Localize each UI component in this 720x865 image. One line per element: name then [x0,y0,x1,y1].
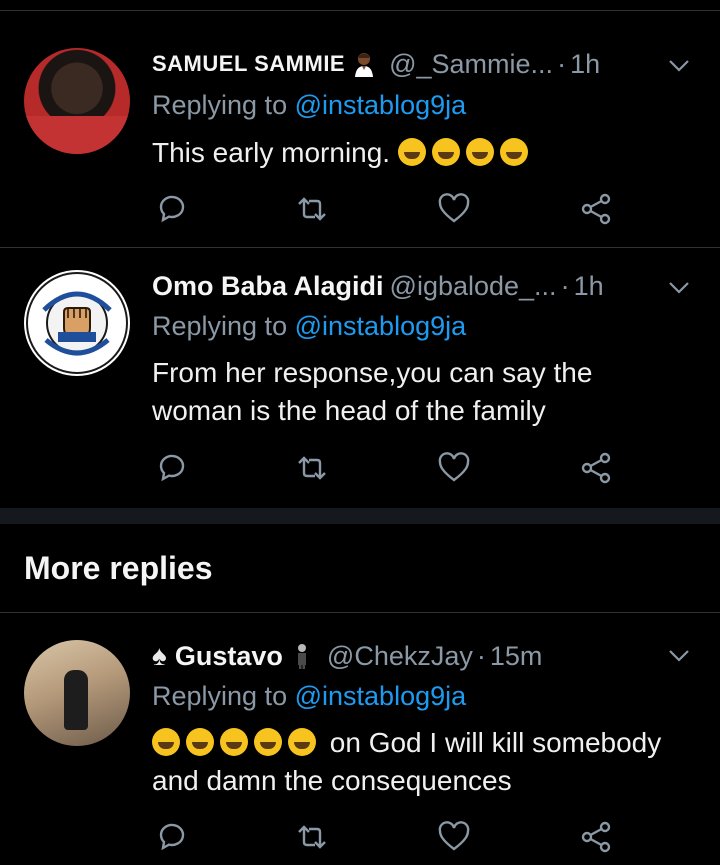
tweet-actions [155,820,615,856]
grinning-emoji-icon [186,728,214,756]
tweet-header: Omo Baba Alagidi @igbalode_... · 1h [152,268,604,304]
tweet-text-content: This early morning. [152,137,391,168]
tweet-text: This early morning. [152,134,680,172]
reply-icon[interactable] [155,451,189,485]
avatar[interactable] [24,270,130,376]
chevron-down-icon[interactable] [666,642,692,668]
man-in-suit-emoji-icon [297,644,306,669]
laughing-emoji-icon [465,138,494,166]
man-emoji-icon [355,53,374,77]
like-icon[interactable] [437,451,471,485]
section-separator [0,508,720,524]
separator-dot: · [557,48,567,79]
replying-to: Replying to @instablog9ja [152,311,466,342]
top-divider [0,10,720,11]
replying-prefix: Replying to [152,311,288,341]
tweet-text-content: From her response,you can say the woman … [152,357,593,426]
display-name[interactable]: Omo Baba Alagidi [152,271,384,302]
tweet-header: ♠ Gustavo @ChekzJay · 15m [152,638,542,674]
share-icon[interactable] [579,192,613,226]
laughing-emoji-icon [499,138,528,166]
separator-dot: · [560,270,570,301]
tweet-actions [155,192,615,228]
tweet-header: SAMUEL SAMMIE @_Sammie... · 1h [152,46,600,82]
retweet-icon[interactable] [295,820,329,854]
retweet-icon[interactable] [295,192,329,226]
mention-link[interactable]: @instablog9ja [295,311,467,341]
avatar[interactable] [24,640,130,746]
chevron-down-icon[interactable] [666,274,692,300]
grinning-emoji-icon [152,728,180,756]
display-name[interactable]: SAMUEL SAMMIE [152,51,345,77]
grinning-emoji-icon [254,728,282,756]
timestamp[interactable]: 15m [490,641,543,672]
separator-dot: · [476,640,486,671]
share-icon[interactable] [579,451,613,485]
display-name[interactable]: Gustavo [175,641,283,672]
grinning-emoji-icon [220,728,248,756]
section-divider [0,612,720,613]
section-heading: More replies [24,550,213,586]
tweet-text: From her response,you can say the woman … [152,354,680,430]
timestamp[interactable]: 1h [570,49,600,80]
like-icon[interactable] [437,820,471,854]
spade-emoji-icon: ♠ [152,640,167,671]
handle[interactable]: @ChekzJay [327,641,473,672]
laughing-emoji-icon [397,138,426,166]
tweet-text: on God I will kill somebody and damn the… [152,724,680,800]
mention-link[interactable]: @instablog9ja [295,90,467,120]
handle[interactable]: @_Sammie... [389,49,553,80]
retweet-icon[interactable] [295,451,329,485]
mention-link[interactable]: @instablog9ja [295,681,467,711]
avatar[interactable] [24,48,130,154]
replying-prefix: Replying to [152,681,288,711]
tweet-divider [0,247,720,248]
tweet-actions [155,451,615,487]
replying-to: Replying to @instablog9ja [152,90,466,121]
like-icon[interactable] [437,192,471,226]
handle[interactable]: @igbalode_... [390,271,557,302]
replying-prefix: Replying to [152,90,288,120]
association-logo [26,272,128,374]
chevron-down-icon[interactable] [666,52,692,78]
laughing-emoji-icon [431,138,460,166]
reply-icon[interactable] [155,820,189,854]
timestamp[interactable]: 1h [574,271,604,302]
share-icon[interactable] [579,820,613,854]
replying-to: Replying to @instablog9ja [152,681,466,712]
grinning-emoji-icon [288,728,316,756]
reply-icon[interactable] [155,192,189,226]
